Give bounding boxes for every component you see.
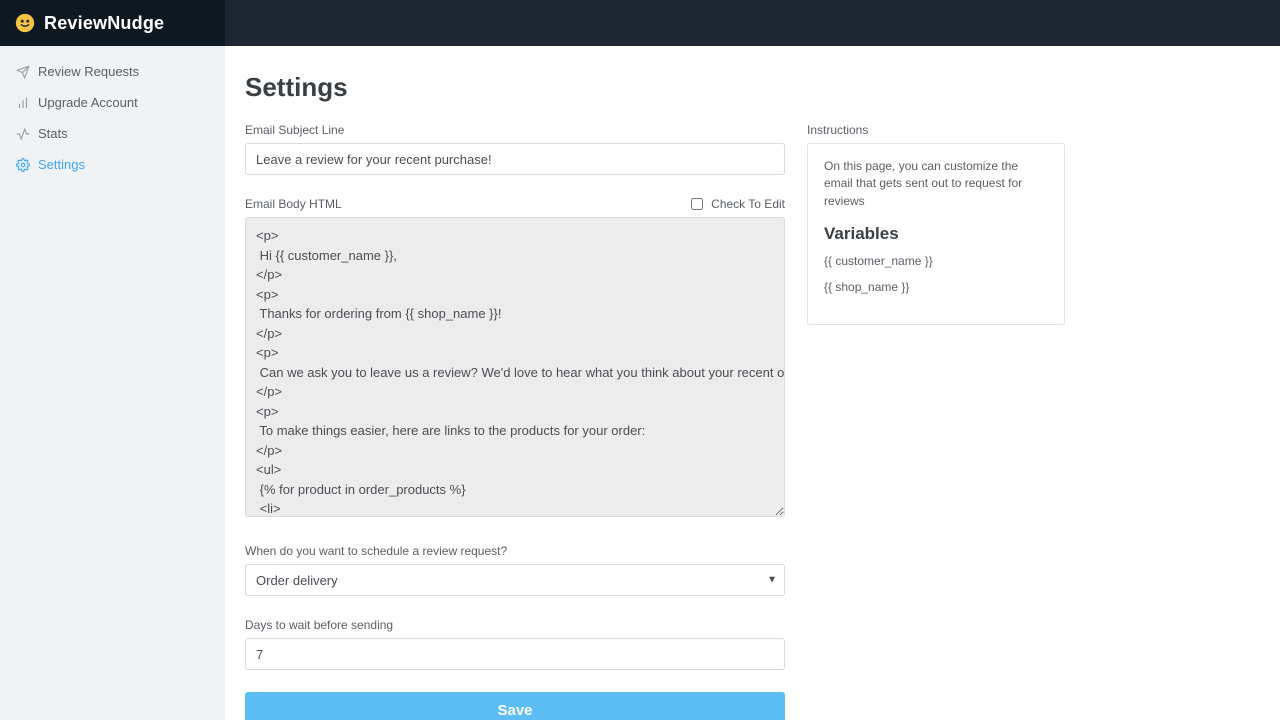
save-button[interactable]: Save — [245, 692, 785, 720]
sidebar-item-label: Stats — [38, 126, 68, 141]
send-icon — [16, 65, 30, 79]
check-to-edit-checkbox[interactable] — [691, 198, 703, 210]
sidebar-item-label: Review Requests — [38, 64, 139, 79]
bar-chart-icon — [16, 96, 30, 110]
sidebar-item-settings[interactable]: Settings — [0, 149, 224, 180]
instructions-box: On this page, you can customize the emai… — [807, 143, 1065, 325]
instructions-text: On this page, you can customize the emai… — [824, 158, 1048, 210]
sidebar: Review Requests Upgrade Account Stats Se… — [0, 46, 225, 720]
page-title: Settings — [245, 72, 1265, 103]
brand-logo-icon — [14, 12, 36, 34]
days-label: Days to wait before sending — [245, 618, 785, 632]
sidebar-item-label: Upgrade Account — [38, 95, 138, 110]
email-body-textarea[interactable]: <p> Hi {{ customer_name }}, </p> <p> Tha… — [245, 217, 785, 517]
email-subject-label: Email Subject Line — [245, 123, 785, 137]
email-body-label: Email Body HTML — [245, 197, 342, 211]
sidebar-item-stats[interactable]: Stats — [0, 118, 224, 149]
main-content: Settings Email Subject Line Email Body H… — [225, 46, 1280, 720]
variable-item: {{ customer_name }} — [824, 254, 1048, 268]
schedule-label: When do you want to schedule a review re… — [245, 544, 785, 558]
top-bar: ReviewNudge — [0, 0, 1280, 46]
instructions-label: Instructions — [807, 123, 1065, 137]
schedule-select[interactable]: Order delivery — [245, 564, 785, 596]
email-subject-input[interactable] — [245, 143, 785, 175]
sidebar-item-review-requests[interactable]: Review Requests — [0, 56, 224, 87]
days-input[interactable] — [245, 638, 785, 670]
brand-name: ReviewNudge — [44, 13, 164, 34]
sidebar-item-upgrade-account[interactable]: Upgrade Account — [0, 87, 224, 118]
check-to-edit-label: Check To Edit — [711, 197, 785, 211]
activity-icon — [16, 127, 30, 141]
brand[interactable]: ReviewNudge — [0, 0, 225, 46]
variables-heading: Variables — [824, 224, 1048, 244]
variable-item: {{ shop_name }} — [824, 280, 1048, 294]
gear-icon — [16, 158, 30, 172]
sidebar-item-label: Settings — [38, 157, 85, 172]
